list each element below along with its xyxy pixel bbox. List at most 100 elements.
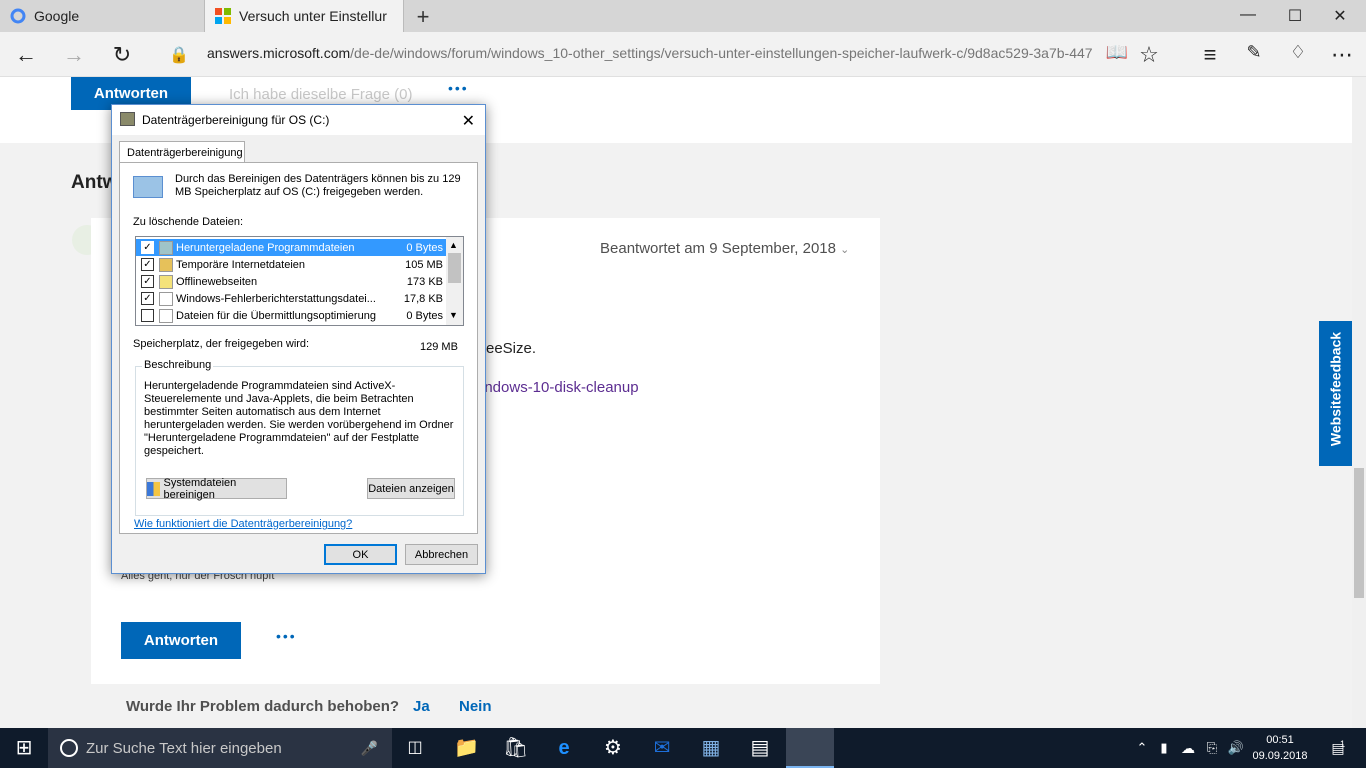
maximize-icon[interactable]: ☐	[1280, 6, 1310, 26]
shield-icon	[147, 481, 161, 496]
battery-icon[interactable]: ▮	[1152, 736, 1176, 760]
address-bar[interactable]: answers.microsoft.com/de-de/windows/foru…	[207, 45, 1092, 61]
checkbox[interactable]	[141, 309, 154, 322]
file-row[interactable]: ✓ Offlinewebseiten 173 KB	[136, 273, 447, 290]
control-panel-icon[interactable]: ▦	[699, 736, 723, 760]
notes-icon[interactable]: ✎	[1240, 42, 1268, 63]
chevron-down-icon[interactable]: ⌄	[840, 244, 849, 256]
forward-icon[interactable]: →	[60, 42, 88, 68]
disk-cleanup-dialog: Datenträgerbereinigung für OS (C:) ✕ Dat…	[111, 104, 486, 574]
answered-date-text: Beantwortet am 9 September, 2018	[600, 240, 836, 257]
favorite-star-icon[interactable]: ☆	[1135, 42, 1163, 68]
file-size: 0 Bytes	[406, 241, 443, 254]
checkbox[interactable]: ✓	[141, 241, 154, 254]
feedback-row: Wurde Ihr Problem dadurch behoben? Ja Ne…	[91, 684, 880, 728]
lock-file-icon	[159, 257, 173, 272]
refresh-icon[interactable]: ↻	[108, 42, 136, 68]
file-row[interactable]: Dateien für die Übermittlungsoptimierung…	[136, 307, 447, 324]
list-scroll-thumb[interactable]	[448, 253, 461, 283]
file-name: Dateien für die Übermittlungsoptimierung	[176, 309, 376, 322]
problem-solved-question: Wurde Ihr Problem dadurch behoben?	[126, 698, 400, 715]
tab-label: Google	[34, 8, 80, 24]
scroll-down-icon[interactable]: ▼	[449, 310, 458, 320]
new-tab-icon[interactable]: +	[412, 4, 434, 30]
help-link[interactable]: Wie funktioniert die Datenträgerbereinig…	[134, 518, 352, 530]
taskbar: ⊞ Zur Suche Text hier eingeben 🎤 ◫ 📁 🛍 e…	[0, 728, 1366, 768]
answer-link[interactable]: indows-10-disk-cleanup	[481, 379, 639, 396]
app-icon[interactable]: ▤	[748, 736, 772, 760]
outlook-icon[interactable]: ✉	[650, 736, 674, 760]
clock-time: 00:51	[1266, 734, 1294, 746]
tab-disk-cleanup[interactable]: Datenträgerbereinigung	[119, 141, 245, 163]
navigation-bar: ← → ↻ 🔒 answers.microsoft.com/de-de/wind…	[0, 32, 1366, 77]
share-icon[interactable]: ♢	[1284, 42, 1312, 63]
network-icon[interactable]: ⎘	[1200, 736, 1224, 760]
checkbox[interactable]: ✓	[141, 275, 154, 288]
file-name: Heruntergeladene Programmdateien	[176, 241, 355, 254]
close-window-icon[interactable]: ✕	[1325, 6, 1355, 26]
more-icon[interactable]: ⋯	[1328, 42, 1356, 68]
notification-icon[interactable]: ▤ 1	[1326, 736, 1350, 760]
more-options-icon[interactable]: •••	[448, 80, 469, 96]
answer-more-icon[interactable]: •••	[276, 628, 297, 644]
checkbox[interactable]: ✓	[141, 258, 154, 271]
feedback-label: Websitefeedback	[1327, 331, 1344, 447]
store-icon[interactable]: 🛍	[503, 736, 528, 760]
file-name: Windows-Fehlerberichterstattungsdatei...	[176, 292, 376, 305]
cancel-button[interactable]: Abbrechen	[405, 544, 478, 565]
page-scrollbar[interactable]	[1352, 77, 1366, 728]
document-icon	[159, 291, 173, 306]
dialog-close-icon[interactable]: ✕	[462, 111, 475, 131]
disk-cleanup-icon	[120, 112, 135, 126]
reading-view-icon[interactable]: 📖	[1103, 42, 1131, 63]
tab-google[interactable]: Google	[0, 0, 200, 32]
description-text: Heruntergeladende Programmdateien sind A…	[144, 380, 454, 457]
settings-gear-icon[interactable]: ⚙	[601, 736, 625, 760]
volume-icon[interactable]: 🔊	[1224, 736, 1248, 760]
description-legend: Beschreibung	[142, 359, 214, 371]
list-scrollbar[interactable]: ▲ ▼	[446, 237, 463, 325]
same-question-button[interactable]: Ich habe dieselbe Frage (0)	[229, 86, 412, 103]
minimize-icon[interactable]: —	[1233, 6, 1263, 24]
answer-text: reeSize.	[481, 340, 537, 357]
file-row[interactable]: ✓ Heruntergeladene Programmdateien 0 Byte…	[136, 239, 447, 256]
yes-link[interactable]: Ja	[413, 698, 430, 715]
address-domain: answers.microsoft.com	[207, 45, 351, 61]
task-view-icon[interactable]: ◫	[403, 736, 427, 760]
answer-button[interactable]: Antworten	[121, 622, 241, 659]
checkbox[interactable]: ✓	[141, 292, 154, 305]
file-row[interactable]: ✓ Windows-Fehlerberichterstattungsdatei.…	[136, 290, 447, 307]
clean-system-files-button[interactable]: Systemdateien bereinigen	[146, 477, 287, 501]
file-size: 17,8 KB	[403, 292, 443, 305]
ok-button[interactable]: OK	[324, 544, 397, 565]
edge-icon[interactable]: e	[552, 736, 576, 760]
notification-count: 1	[1340, 739, 1346, 749]
windows-start-icon[interactable]: ⊞	[12, 736, 36, 760]
files-list[interactable]: ✓ Heruntergeladene Programmdateien 0 Byte…	[135, 236, 464, 326]
microsoft-logo-icon	[215, 8, 231, 24]
microphone-icon[interactable]: 🎤	[361, 740, 378, 757]
tab-label: Versuch unter Einstellur	[239, 8, 387, 24]
file-icon	[159, 240, 173, 255]
onedrive-icon[interactable]: ☁	[1176, 736, 1200, 760]
hub-icon[interactable]: ≡	[1196, 42, 1224, 68]
no-link[interactable]: Nein	[459, 698, 492, 715]
scrollbar-thumb[interactable]	[1354, 468, 1364, 598]
lock-icon: 🔒	[169, 47, 189, 64]
address-path: /de-de/windows/forum/windows_10-other_se…	[350, 45, 1092, 61]
show-files-button[interactable]: Dateien anzeigen	[367, 478, 455, 499]
clock[interactable]: 00:51 09.09.2018	[1250, 732, 1310, 764]
back-icon[interactable]: ←	[12, 42, 40, 68]
disk-cleanup-taskbar-icon[interactable]	[786, 728, 834, 768]
tray-chevron-icon[interactable]: ⌃	[1130, 736, 1154, 760]
clock-date: 09.09.2018	[1252, 750, 1308, 762]
file-explorer-icon[interactable]: 📁	[454, 736, 479, 760]
drive-icon	[133, 176, 163, 198]
website-feedback-button[interactable]: Websitefeedback	[1319, 321, 1352, 466]
dialog-panel: Durch das Bereinigen des Datenträgers kö…	[119, 162, 478, 534]
space-value: 129 MB	[420, 341, 458, 353]
taskbar-search[interactable]: Zur Suche Text hier eingeben 🎤	[48, 728, 392, 768]
file-row[interactable]: ✓ Temporäre Internetdateien 105 MB	[136, 256, 447, 273]
tab-active[interactable]: Versuch unter Einstellur	[204, 0, 404, 32]
scroll-up-icon[interactable]: ▲	[449, 240, 458, 250]
